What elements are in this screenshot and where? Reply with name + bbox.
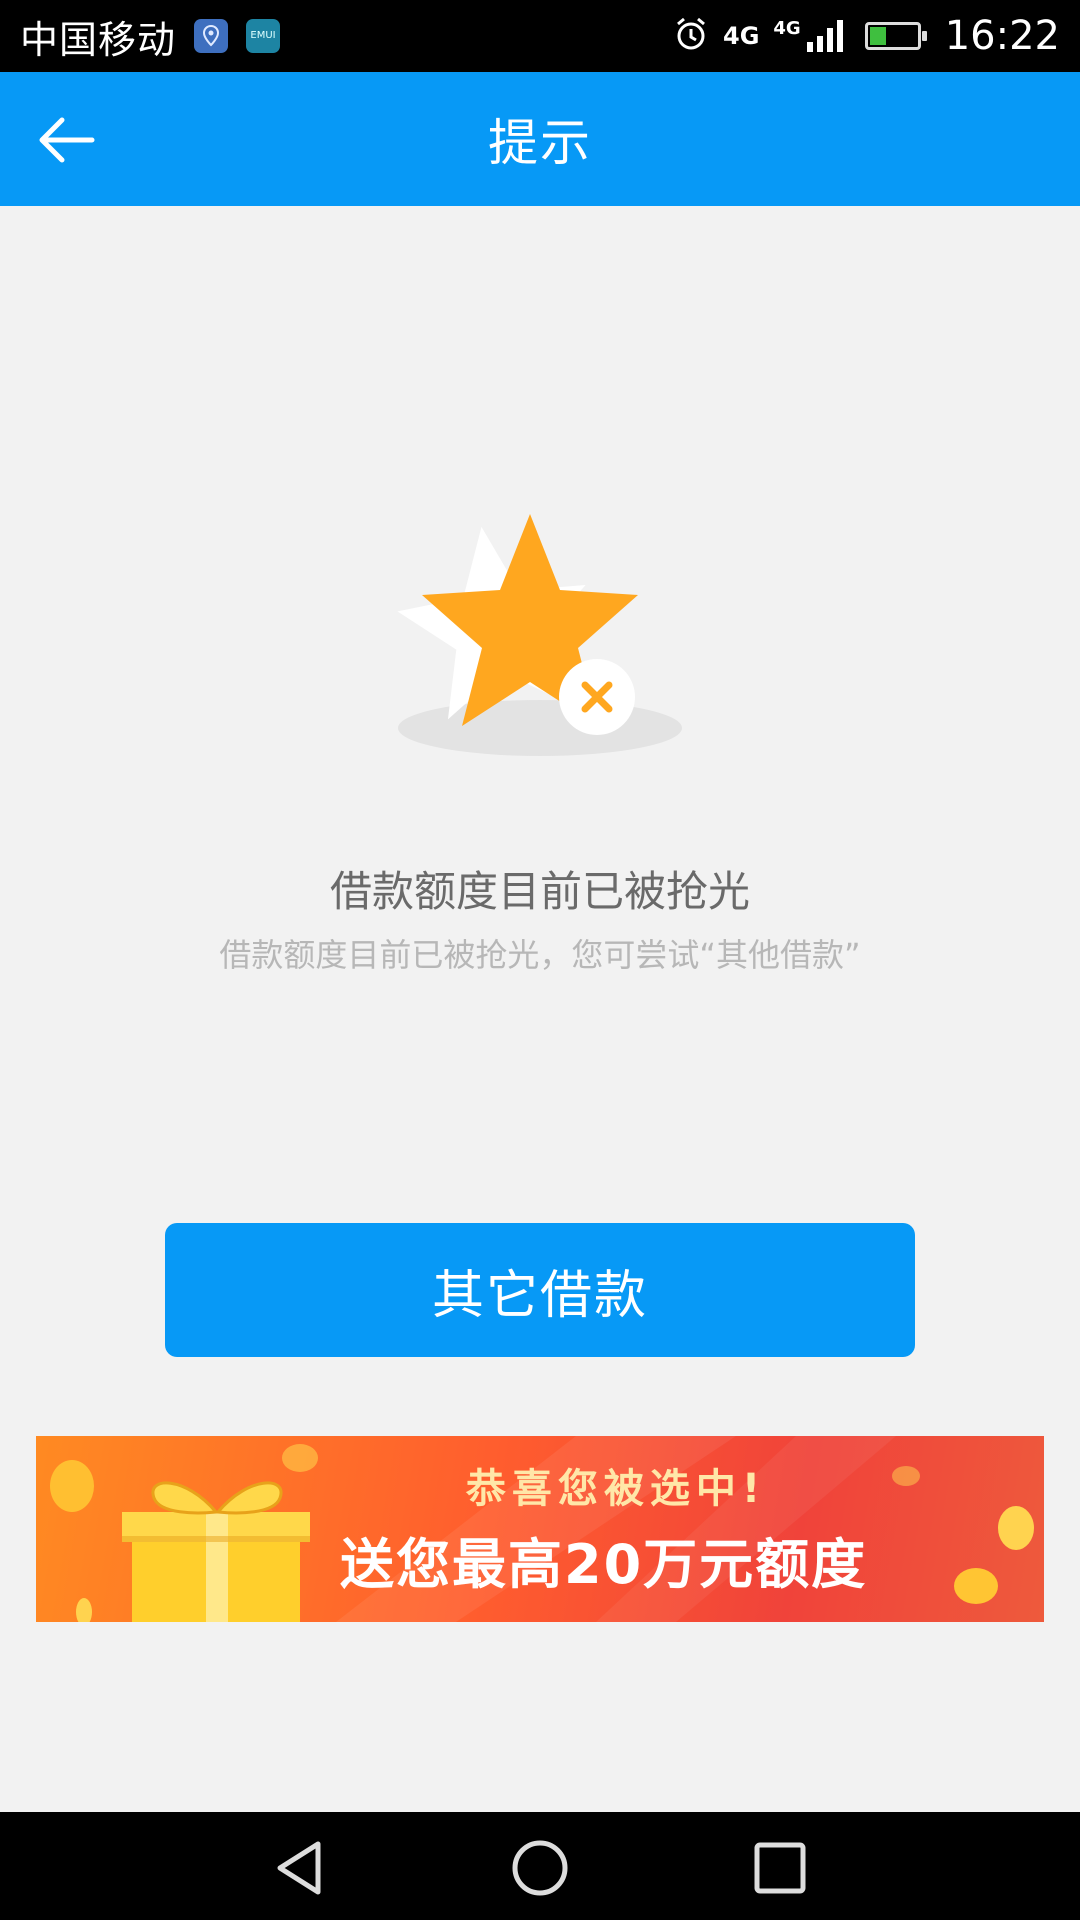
promo-banner[interactable]: 恭喜您被选中! 送您最高20万元额度 — [36, 1436, 1044, 1622]
star-with-x-icon — [380, 500, 700, 780]
other-loan-button[interactable]: 其它借款 — [165, 1223, 915, 1357]
alarm-icon — [673, 16, 709, 56]
signal-icon: 4G — [773, 18, 850, 54]
home-circle-icon[interactable] — [510, 1838, 570, 1898]
system-nav-bar — [0, 1812, 1080, 1920]
battery-icon — [864, 22, 927, 50]
message-subtitle: 借款额度目前已被抢光，您可尝试“其他借款” — [219, 936, 861, 974]
banner-offer-text: 送您最高20万元额度 — [340, 1533, 868, 1596]
banner-headline: 恭喜您被选中! — [465, 1466, 767, 1512]
app-header: 提示 — [0, 72, 1080, 206]
emui-icon: EMUI — [246, 19, 281, 53]
carrier-name: 中国移动 — [20, 17, 177, 62]
recents-square-icon[interactable] — [750, 1838, 810, 1898]
back-button[interactable] — [30, 104, 102, 176]
status-bar: 中国移动 EMUI 4G 4G 16:22 — [0, 0, 1080, 72]
location-icon — [194, 19, 229, 53]
clock: 16:22 — [944, 13, 1060, 59]
page-title: 提示 — [488, 114, 592, 172]
status-icons: 4G 4G 16:22 — [673, 13, 1060, 59]
message-title: 借款额度目前已被抢光 — [329, 867, 750, 916]
back-triangle-icon[interactable] — [270, 1838, 330, 1898]
arrow-left-icon — [39, 117, 95, 163]
network-type-4g-secondary: 4G — [773, 18, 801, 39]
gift-box-icon — [122, 1481, 310, 1622]
network-type-4g: 4G — [723, 22, 760, 50]
